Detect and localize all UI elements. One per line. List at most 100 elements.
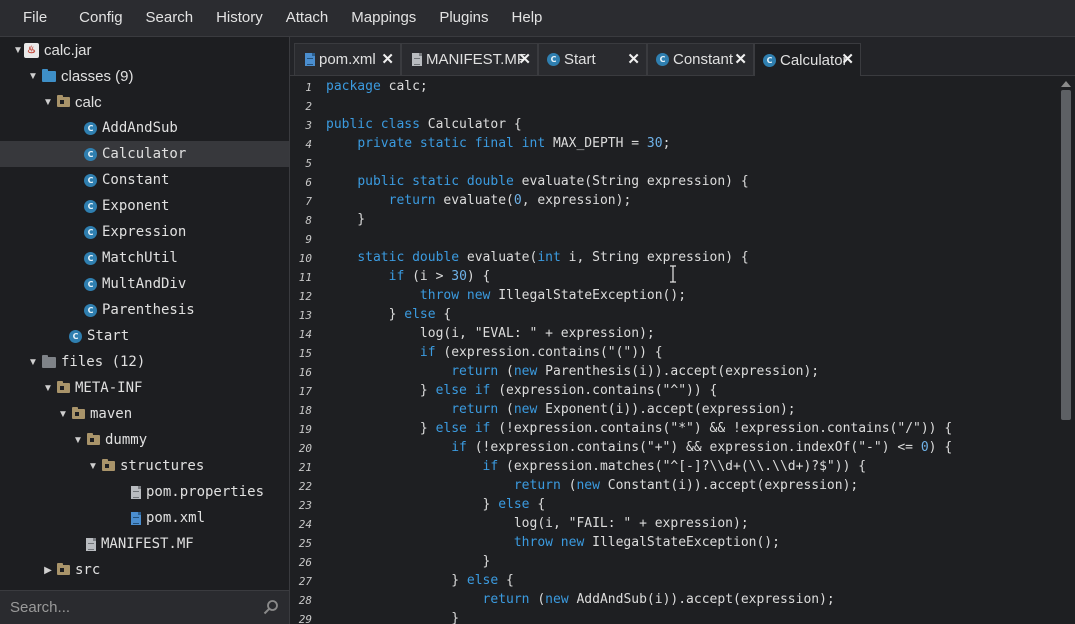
code-line: private static final int MAX_DEPTH = 30; [326, 136, 670, 151]
tree-node-maven[interactable]: ▼ maven [0, 401, 289, 427]
code-keyword: return [451, 402, 499, 417]
code-line: } else if (expression.contains("^")) { [326, 383, 717, 398]
expand-arrow-icon[interactable]: ▼ [42, 97, 54, 108]
code-line: throw new IllegalStateException(); [326, 288, 686, 303]
tree-node-calc[interactable]: ▼ calc [0, 89, 289, 115]
code-text: } [326, 554, 491, 569]
tree-node-constant[interactable]: C Constant [0, 167, 289, 193]
menu-attach[interactable]: Attach [274, 0, 340, 36]
collapse-arrow-icon[interactable]: ▶ [42, 565, 54, 576]
code-text: (expression.matches("^[-]?\\d+(\\.\\d+)?… [498, 459, 867, 474]
close-icon[interactable]: ✕ [627, 52, 640, 67]
menu-config[interactable]: Config [67, 0, 133, 36]
code-editor[interactable]: 1 2 3 4 5 6 7 8 9 10 11 12 13 14 15 16 17 18 19 20 21 22 23 24 2… [290, 76, 1075, 624]
close-icon[interactable]: ✕ [518, 52, 531, 67]
tree-node-multanddiv[interactable]: C MultAndDiv [0, 271, 289, 297]
tree-node-start[interactable]: C Start [0, 323, 289, 349]
scrollbar-thumb[interactable] [1061, 90, 1071, 420]
close-icon[interactable]: ✕ [841, 52, 854, 67]
tab-manifest-mf[interactable]: MANIFEST.MF ✕ [401, 43, 538, 75]
line-number: 22 [298, 480, 312, 493]
tab-calculator[interactable]: C Calculator ✕ [754, 43, 861, 76]
vertical-scrollbar[interactable] [1057, 76, 1075, 624]
package-folder-icon [57, 563, 70, 575]
code-line: log(i, "EVAL: " + expression); [326, 326, 655, 341]
tree-node-calculator[interactable]: C Calculator [0, 141, 289, 167]
line-number: 28 [298, 594, 312, 607]
class-icon: C [69, 329, 82, 343]
tree-node-exponent[interactable]: C Exponent [0, 193, 289, 219]
menu-file[interactable]: File [0, 0, 67, 36]
code-line: if (i > 30) { [326, 269, 491, 284]
expand-arrow-icon[interactable]: ▼ [27, 357, 39, 368]
menu-search[interactable]: Search [134, 0, 205, 36]
code-line: public static double evaluate(String exp… [326, 174, 748, 189]
tree-node-label: calc [75, 93, 102, 111]
tree-node-pom-xml[interactable]: pom.xml [0, 505, 289, 531]
menu-help[interactable]: Help [500, 0, 554, 36]
tree-node-label: classes (9) [61, 67, 134, 85]
expand-arrow-icon[interactable]: ▼ [42, 383, 54, 394]
class-icon: C [84, 199, 97, 213]
file-icon [86, 537, 96, 551]
code-keyword: if [388, 269, 405, 284]
tree-node-meta-inf[interactable]: ▼ META-INF [0, 375, 289, 401]
tab-pom-xml[interactable]: pom.xml ✕ [294, 43, 401, 75]
menu-plugins[interactable]: Plugins [427, 0, 499, 36]
tab-label: Constant [673, 51, 734, 68]
line-number: 9 [305, 233, 312, 246]
line-number: 29 [298, 613, 312, 624]
file-icon [412, 53, 422, 66]
code-text: log(i, "EVAL: " + expression); [326, 326, 655, 341]
tab-constant[interactable]: C Constant ✕ [647, 43, 754, 75]
expand-arrow-icon[interactable]: ▼ [12, 45, 24, 56]
search-input[interactable] [4, 595, 266, 619]
code-text: ( [498, 402, 514, 417]
tree-node-dummy[interactable]: ▼ dummy [0, 427, 289, 453]
scroll-up-arrow-icon[interactable] [1061, 81, 1071, 87]
close-icon[interactable]: ✕ [381, 52, 394, 67]
code-line: return (new Exponent(i)).accept(expressi… [326, 402, 795, 417]
file-icon [131, 485, 141, 499]
tree-node-src[interactable]: ▶ src [0, 557, 289, 583]
menu-mappings[interactable]: Mappings [339, 0, 427, 36]
code-text: log(i, "FAIL: " + expression); [326, 516, 749, 531]
tree-node-expression[interactable]: C Expression [0, 219, 289, 245]
code-line: } else { [326, 307, 452, 322]
tab-start[interactable]: C Start ✕ [538, 43, 647, 75]
tree-node-parenthesis[interactable]: C Parenthesis [0, 297, 289, 323]
code-line: } [326, 611, 459, 624]
tree-node-matchutil[interactable]: C MatchUtil [0, 245, 289, 271]
tree-node-files-12[interactable]: ▼ files (12) [0, 349, 289, 375]
tree-node-label: Expression [102, 224, 187, 240]
close-icon[interactable]: ✕ [734, 52, 747, 67]
code-text: AddAndSub(i)).accept(expression); [568, 592, 835, 607]
tree-node-label: Calculator [102, 146, 187, 162]
tree-node-addandsub[interactable]: C AddAndSub [0, 115, 289, 141]
tree-node-manifest-mf[interactable]: MANIFEST.MF [0, 531, 289, 557]
code-line: } else if (!expression.contains("*") && … [326, 421, 952, 436]
package-folder-icon [102, 459, 115, 471]
expand-arrow-icon[interactable]: ▼ [72, 435, 84, 446]
tree-node-calc-jar[interactable]: ▼ ♨ calc.jar [0, 37, 289, 63]
tab-label: MANIFEST.MF [426, 51, 526, 68]
tree-node-classes-9[interactable]: ▼ classes (9) [0, 63, 289, 89]
menu-history[interactable]: History [204, 0, 274, 36]
tab-label: pom.xml [319, 51, 376, 68]
code-line: static double evaluate(int i, String exp… [326, 250, 748, 265]
expand-arrow-icon[interactable]: ▼ [27, 71, 39, 82]
tree-node-structures[interactable]: ▼ structures [0, 453, 289, 479]
expand-arrow-icon[interactable]: ▼ [57, 409, 69, 420]
tree-node-pom-properties[interactable]: pom.properties [0, 479, 289, 505]
code-keyword: if [482, 459, 499, 474]
code-keyword: throw new [513, 535, 585, 550]
expand-arrow-icon[interactable]: ▼ [87, 461, 99, 472]
search-icon[interactable] [263, 599, 279, 615]
